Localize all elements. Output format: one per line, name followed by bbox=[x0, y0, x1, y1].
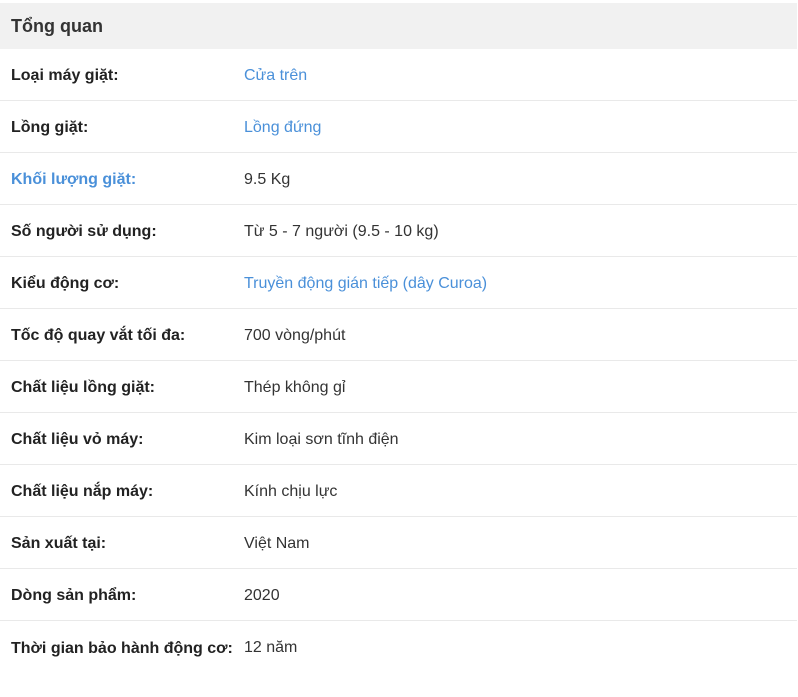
spec-value: Thép không gỉ bbox=[244, 379, 346, 396]
spec-label: Tốc độ quay vắt tối đa: bbox=[11, 327, 186, 344]
spec-row-motor-warranty: Thời gian bảo hành động cơ: 12 năm bbox=[0, 621, 797, 691]
spec-value: Kính chịu lực bbox=[244, 483, 338, 500]
spec-row-washer-type: Loại máy giặt: Cửa trên bbox=[0, 49, 797, 101]
spec-row-product-line: Dòng sản phẩm: 2020 bbox=[0, 569, 797, 621]
section-title: Tổng quan bbox=[0, 3, 797, 49]
spec-row-motor-type: Kiểu động cơ: Truyền động gián tiếp (dây… bbox=[0, 257, 797, 309]
spec-value: Việt Nam bbox=[244, 535, 310, 552]
spec-value-link[interactable]: Lồng đứng bbox=[244, 119, 321, 136]
spec-value: 12 năm bbox=[244, 639, 298, 656]
spec-row-lid-material: Chất liệu nắp máy: Kính chịu lực bbox=[0, 465, 797, 517]
spec-label: Chất liệu lồng giặt: bbox=[11, 379, 155, 396]
spec-row-made-in: Sản xuất tại: Việt Nam bbox=[0, 517, 797, 569]
spec-row-body-material: Chất liệu vỏ máy: Kim loại sơn tĩnh điện bbox=[0, 413, 797, 465]
specs-panel: Tổng quan Loại máy giặt: Cửa trên Lồng g… bbox=[0, 0, 798, 697]
spec-label: Chất liệu nắp máy: bbox=[11, 483, 154, 500]
spec-label: Sản xuất tại: bbox=[11, 535, 107, 552]
spec-row-drum-material: Chất liệu lồng giặt: Thép không gỉ bbox=[0, 361, 797, 413]
spec-label: Thời gian bảo hành động cơ: bbox=[11, 640, 233, 657]
spec-label: Loại máy giặt: bbox=[11, 67, 119, 84]
spec-label: Số người sử dụng: bbox=[11, 223, 157, 240]
spec-label-link[interactable]: Khối lượng giặt: bbox=[11, 171, 136, 188]
spec-label: Chất liệu vỏ máy: bbox=[11, 431, 144, 448]
spec-value: 2020 bbox=[244, 587, 280, 604]
specs-table: Loại máy giặt: Cửa trên Lồng giặt: Lồng … bbox=[0, 49, 797, 691]
spec-value: 700 vòng/phút bbox=[244, 327, 346, 344]
spec-row-users: Số người sử dụng: Từ 5 - 7 người (9.5 - … bbox=[0, 205, 797, 257]
spec-value: Từ 5 - 7 người (9.5 - 10 kg) bbox=[244, 223, 439, 240]
spec-row-spin-speed: Tốc độ quay vắt tối đa: 700 vòng/phút bbox=[0, 309, 797, 361]
spec-label: Kiểu động cơ: bbox=[11, 275, 120, 292]
spec-value-link[interactable]: Truyền động gián tiếp (dây Curoa) bbox=[244, 275, 487, 292]
spec-value: Kim loại sơn tĩnh điện bbox=[244, 431, 399, 448]
spec-label: Dòng sản phẩm: bbox=[11, 587, 137, 604]
spec-label: Lồng giặt: bbox=[11, 119, 89, 136]
spec-value: 9.5 Kg bbox=[244, 171, 291, 188]
spec-row-capacity: Khối lượng giặt: 9.5 Kg bbox=[0, 153, 797, 205]
spec-value-link[interactable]: Cửa trên bbox=[244, 67, 307, 84]
spec-row-drum-type: Lồng giặt: Lồng đứng bbox=[0, 101, 797, 153]
